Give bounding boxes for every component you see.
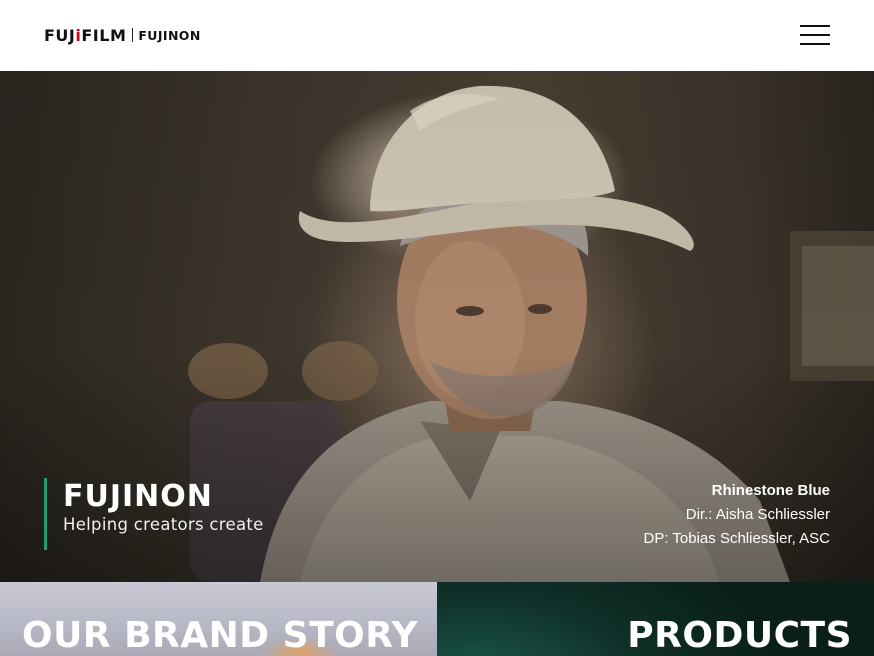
brand-story-tile[interactable]: OUR BRAND STORY	[0, 582, 437, 656]
site-header: FUJiFILM FUJINON	[0, 0, 874, 71]
film-title: Rhinestone Blue	[711, 482, 830, 499]
brand-story-label: OUR BRAND STORY	[22, 615, 419, 656]
fujinon-brand-block: FUJINON Helping creators create	[44, 478, 264, 550]
film-credits: Rhinestone Blue Dir.: Aisha Schliessler …	[644, 479, 830, 551]
fujifilm-fujinon-logo[interactable]: FUJiFILM FUJINON	[44, 25, 201, 45]
fujinon-brand-name: FUJINON	[63, 479, 213, 514]
hamburger-menu-icon[interactable]	[800, 25, 830, 45]
film-director: Dir.: Aisha Schliessler	[685, 506, 830, 523]
products-label: PRODUCTS	[627, 615, 852, 656]
products-tile[interactable]: PRODUCTS	[437, 582, 874, 656]
film-dp: DP: Tobias Schliessler, ASC	[643, 530, 830, 547]
logo-divider	[132, 28, 134, 42]
brand-tagline: Helping creators create	[63, 515, 264, 534]
hero-video-still: FUJINON Helping creators create Rhinesto…	[0, 71, 874, 582]
fujifilm-logo: FUJiFILM	[44, 25, 127, 45]
feature-tiles: OUR BRAND STORY PRODUCTS	[0, 582, 874, 656]
fujinon-logo-text: FUJINON	[138, 27, 201, 43]
